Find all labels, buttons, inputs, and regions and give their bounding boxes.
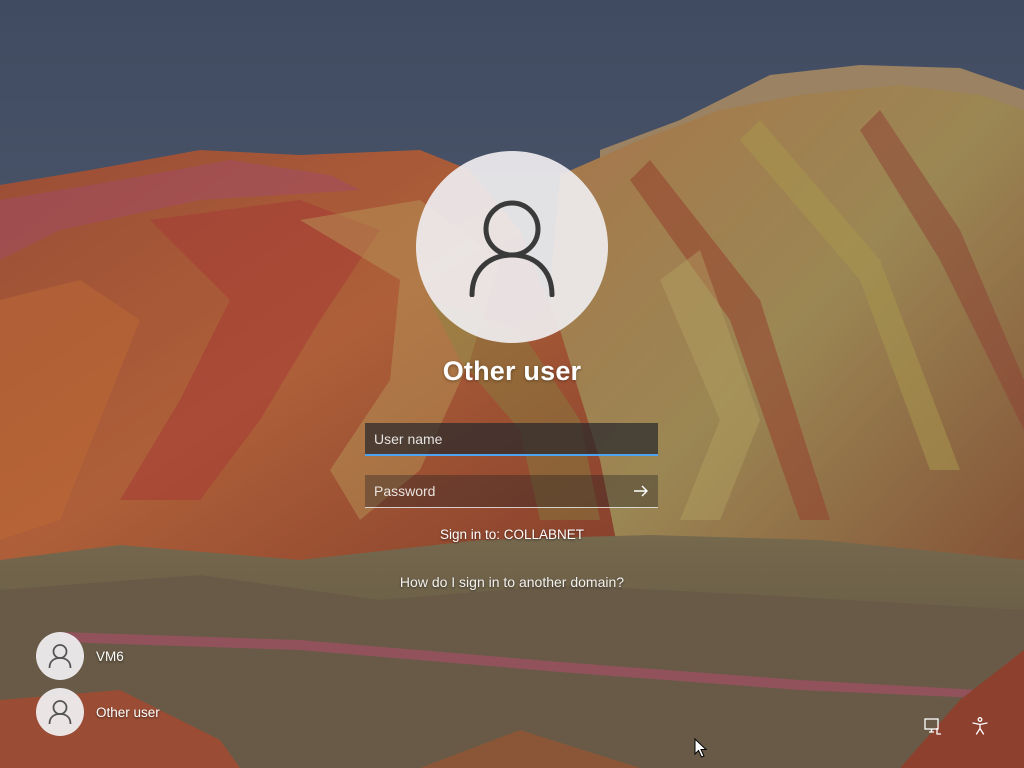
selected-user-name: Other user <box>442 356 582 386</box>
other-domain-link[interactable]: How do I sign in to another domain? <box>312 574 712 590</box>
user-icon <box>48 700 72 725</box>
submit-arrow-button[interactable] <box>630 481 652 501</box>
user-tile-label: Other user <box>96 704 160 720</box>
arrow-right-icon <box>634 485 648 497</box>
mouse-cursor-icon <box>694 738 708 758</box>
user-icon <box>48 644 72 669</box>
accessibility-button[interactable] <box>968 714 992 738</box>
avatar <box>36 632 84 680</box>
network-icon <box>924 718 941 735</box>
avatar <box>36 688 84 736</box>
user-avatar-large <box>416 151 608 343</box>
network-button[interactable] <box>920 714 944 738</box>
username-input[interactable] <box>365 423 658 456</box>
accessibility-icon <box>972 717 988 735</box>
user-tile-label: VM6 <box>96 648 124 664</box>
sign-in-domain-text: Sign in to: COLLABNET <box>439 527 585 542</box>
password-input[interactable] <box>365 475 615 507</box>
user-icon <box>469 200 555 297</box>
user-tile-other-user[interactable]: Other user <box>36 688 160 736</box>
password-field[interactable] <box>365 475 658 508</box>
user-tile-vm6[interactable]: VM6 <box>36 632 124 680</box>
